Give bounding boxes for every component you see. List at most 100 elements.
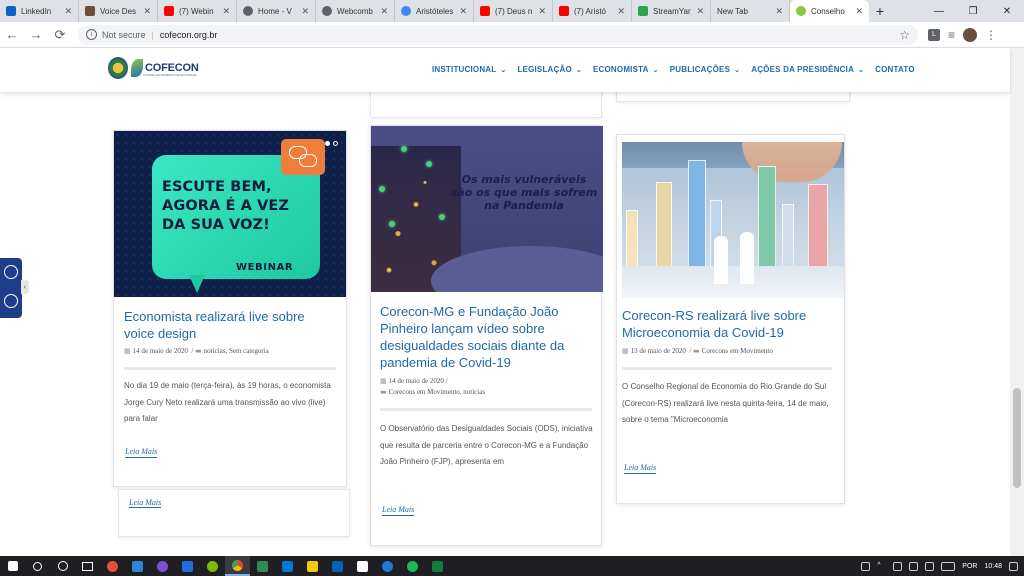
taskbar-app[interactable] — [125, 556, 150, 576]
browser-tab[interactable]: Aristóteles ✕ — [395, 0, 474, 22]
post-title[interactable]: Economista realizará live sobre voice de… — [124, 308, 336, 342]
taskbar-app[interactable] — [100, 556, 125, 576]
cortana-button[interactable] — [50, 556, 75, 576]
close-tab-icon[interactable]: ✕ — [696, 6, 704, 17]
restore-button[interactable]: ❐ — [956, 0, 990, 22]
back-button[interactable]: ← — [0, 23, 24, 47]
taskbar-app[interactable] — [300, 556, 325, 576]
notifications-icon[interactable] — [1009, 561, 1018, 571]
close-tab-icon[interactable]: ✕ — [855, 6, 863, 17]
linkedin-icon — [6, 6, 16, 16]
accessibility-widget[interactable]: ‹ — [0, 258, 29, 318]
reload-button[interactable]: ⟳ — [48, 23, 72, 47]
slider-dots[interactable] — [325, 141, 338, 146]
page-scrollbar[interactable] — [1010, 48, 1024, 556]
close-tab-icon[interactable]: ✕ — [538, 6, 546, 17]
read-more-link[interactable]: Leia Mais — [624, 463, 657, 474]
minimize-button[interactable]: — — [922, 0, 956, 22]
globe-icon — [243, 6, 253, 16]
taskbar-app[interactable] — [375, 556, 400, 576]
network-icon[interactable] — [909, 561, 919, 571]
post-categories[interactable]: notícias, Sem categoria — [204, 347, 269, 355]
taskbar-app[interactable] — [250, 556, 275, 576]
read-more-link[interactable]: Leia Mais — [129, 498, 162, 508]
taskbar-app[interactable] — [275, 556, 300, 576]
browser-tab[interactable]: Home - V ✕ — [237, 0, 316, 22]
close-tab-icon[interactable]: ✕ — [617, 6, 625, 17]
nav-item-institucional[interactable]: INSTITUCIONAL ⌄ — [432, 65, 506, 74]
nav-item-publicacoes[interactable]: PUBLICAÇÕES ⌄ — [670, 65, 741, 74]
taskbar-app[interactable] — [325, 556, 350, 576]
browser-tab[interactable]: Voice Des ✕ — [79, 0, 158, 22]
taskbar-app[interactable] — [400, 556, 425, 576]
building-shape — [626, 210, 638, 270]
close-tab-icon[interactable]: ✕ — [143, 6, 151, 17]
browser-tab[interactable]: (7) Webin ✕ — [158, 0, 237, 22]
tab-title: Aristóteles — [416, 6, 454, 16]
profile-avatar[interactable] — [963, 27, 978, 42]
nav-item-acoes-da-presidencia[interactable]: AÇÕES DA PRESIDÊNCIA ⌄ — [751, 65, 864, 74]
people-icon[interactable] — [861, 561, 871, 571]
divider — [124, 367, 336, 370]
close-tab-icon[interactable]: ✕ — [775, 6, 783, 17]
close-tab-icon[interactable]: ✕ — [459, 6, 467, 17]
taskbar-app[interactable] — [150, 556, 175, 576]
post-categories[interactable]: Corecons em Movimento, notícias — [389, 388, 485, 396]
chat-bubbles-icon — [281, 139, 325, 175]
person-silhouette — [740, 232, 754, 284]
browser-tab[interactable]: New Tab ✕ — [711, 0, 790, 22]
clock[interactable]: 10:48 — [984, 563, 1002, 570]
bookmark-star-icon[interactable]: ☆ — [899, 28, 910, 42]
post-categories[interactable]: Corecons em Movimento — [702, 347, 773, 355]
extension-icon[interactable]: L — [928, 28, 940, 41]
taskbar-app[interactable] — [200, 556, 225, 576]
browser-tab[interactable]: (7) Deus n ✕ — [474, 0, 553, 22]
hand-talk-icon[interactable] — [4, 294, 18, 308]
close-tab-icon[interactable]: ✕ — [222, 6, 230, 17]
close-tab-icon[interactable]: ✕ — [301, 6, 309, 17]
close-tab-icon[interactable]: ✕ — [380, 6, 388, 17]
post-image[interactable]: Os mais vulneráveis são os que mais sofr… — [371, 126, 603, 292]
post-image[interactable] — [622, 142, 844, 298]
site-logo[interactable]: COFECON CONSELHO FEDERAL DE ECONOMIA — [108, 57, 199, 79]
start-button[interactable] — [0, 556, 25, 576]
next-card-top: Leia Mais — [118, 489, 350, 537]
close-tab-icon[interactable]: ✕ — [64, 6, 72, 17]
post-image[interactable]: ESCUTE BEM, AGORA É A VEZ DA SUA VOZ! WE… — [114, 131, 346, 297]
task-view-button[interactable] — [75, 556, 100, 576]
read-more-link[interactable]: Leia Mais — [125, 447, 158, 458]
language-indicator[interactable]: POR — [962, 563, 977, 570]
browser-tab[interactable]: (7) Aristó ✕ — [553, 0, 632, 22]
browser-tab[interactable]: LinkedIn ✕ — [0, 0, 79, 22]
sign-language-icon[interactable] — [4, 265, 18, 279]
browser-tab-active[interactable]: Conselho ✕ — [790, 0, 869, 22]
pen-icon[interactable] — [925, 561, 935, 571]
nav-item-contato[interactable]: CONTATO — [875, 65, 915, 74]
nav-item-legislacao[interactable]: LEGISLAÇÃO ⌄ — [517, 65, 582, 74]
keyboard-icon[interactable] — [941, 561, 956, 571]
volume-icon[interactable] — [893, 561, 903, 571]
collapse-widget-icon[interactable]: ‹ — [21, 280, 29, 294]
tab-title: Conselho — [811, 6, 845, 16]
browser-tab[interactable]: StreamYar ✕ — [632, 0, 711, 22]
browser-menu-icon[interactable]: ⋮ — [985, 28, 997, 42]
browser-tab[interactable]: Webcomb ✕ — [316, 0, 395, 22]
post-title[interactable]: Corecon-MG e Fundação João Pinheiro lanç… — [380, 303, 592, 371]
address-bar[interactable]: i Not secure | cofecon.org.br ☆ — [78, 24, 918, 45]
chevron-up-icon[interactable]: ^ — [877, 562, 886, 571]
close-window-button[interactable]: ✕ — [990, 0, 1024, 22]
taskbar-app-chrome[interactable] — [225, 556, 250, 576]
image-caption: Os mais vulneráveis são os que mais sofr… — [450, 173, 598, 212]
info-icon[interactable]: i — [86, 29, 97, 40]
post-title[interactable]: Corecon-RS realizará live sobre Microeco… — [622, 307, 836, 341]
forward-button[interactable]: → — [24, 23, 48, 47]
search-button[interactable] — [25, 556, 50, 576]
taskbar-app[interactable] — [425, 556, 450, 576]
taskbar-app[interactable] — [175, 556, 200, 576]
scrollbar-thumb[interactable] — [1013, 388, 1021, 488]
new-tab-button[interactable]: + — [869, 0, 891, 22]
read-more-link[interactable]: Leia Mais — [382, 505, 415, 516]
taskbar-app[interactable] — [350, 556, 375, 576]
media-control-icon[interactable]: ≡ — [948, 28, 955, 42]
nav-item-economista[interactable]: ECONOMISTA ⌄ — [593, 65, 659, 74]
